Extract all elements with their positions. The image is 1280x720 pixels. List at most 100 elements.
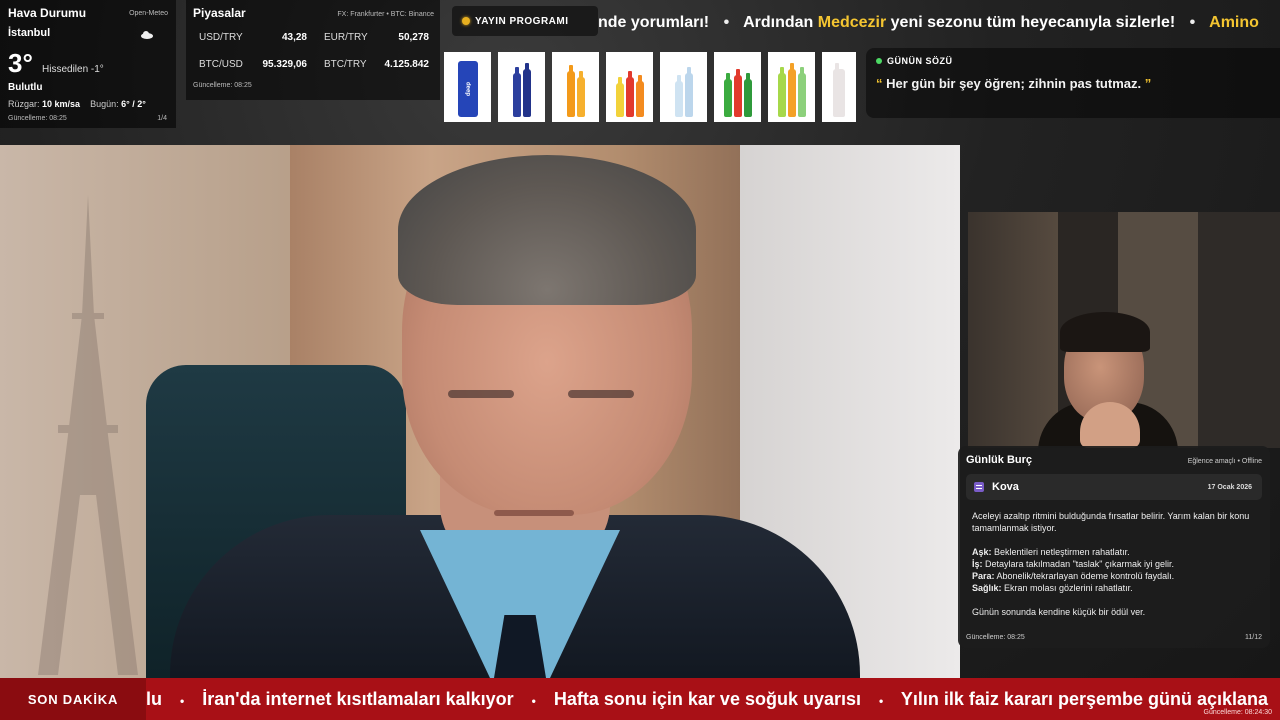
news-clock: Güncelleme: 08:24:30: [1203, 709, 1273, 716]
product-clear-bottle: [822, 52, 856, 122]
market-rate-eur-try: EUR/TRY 50,278: [324, 32, 429, 43]
quote-title: GÜNÜN SÖZÜ: [876, 56, 1270, 66]
ticker-separator: •: [1189, 14, 1196, 31]
weather-page-indicator: 1/4: [157, 115, 167, 122]
ticker-separator: •: [723, 14, 730, 31]
quote-text-line: “ Her gün bir şey öğren; zihnin pas tutm…: [876, 76, 1270, 91]
bottle-icon: [522, 63, 531, 117]
bottle-icon: [723, 73, 732, 117]
quote-text: Her gün bir şey öğren; zihnin pas tutmaz…: [886, 76, 1142, 91]
weather-source: Open-Meteo: [129, 10, 168, 17]
market-rate-btc-try: BTC/TRY 4.125.842: [324, 59, 429, 70]
top-announcement-ticker: nde yorumları! • Ardından Medcezir yeni …: [598, 6, 1280, 40]
money-label: Para:: [972, 571, 995, 581]
streamer-hair: [1060, 312, 1150, 352]
markets-updated: Güncelleme: 08:25: [193, 82, 252, 89]
markets-source: FX: Frankfurter • BTC: Binance: [337, 11, 434, 18]
horoscope-categories: Aşk: Beklentileri netleştirmen rahatlatı…: [972, 546, 1256, 594]
news-separator: •: [531, 693, 536, 708]
cloud-icon: [140, 30, 154, 41]
ticker-text: nde yorumları!: [598, 14, 710, 31]
program-schedule-button[interactable]: YAYIN PROGRAMI: [452, 6, 598, 36]
horoscope-sign-bar: Kova 17 Ocak 2026: [966, 474, 1262, 500]
work-label: İş:: [972, 559, 983, 569]
streamer-webcam: [968, 212, 1280, 448]
news-item: lu: [146, 688, 162, 709]
rate-value: 43,28: [281, 32, 307, 43]
rate-value: 95.329,06: [262, 59, 308, 70]
bottle-icon: [777, 67, 786, 117]
market-rate-usd-try: USD/TRY 43,28: [199, 32, 307, 43]
product-blue-bottles: [498, 52, 545, 122]
breaking-news-label: SON DAKİKA: [0, 678, 146, 720]
status-dot-icon: [462, 17, 470, 25]
can-icon: deep: [457, 61, 478, 117]
product-fruit-soda-bottles: [768, 52, 815, 122]
bottle-icon: [833, 63, 845, 117]
horoscope-body: Aceleyi azaltıp ritmini bulduğunda fırsa…: [972, 510, 1256, 630]
aquarius-icon: [974, 482, 984, 492]
love-text: Beklentileri netleştirmen rahatlatır.: [994, 547, 1130, 557]
bottle-icon: [684, 67, 693, 117]
video-person-mouth: [494, 510, 574, 516]
bottle-icon: [615, 77, 624, 117]
love-label: Aşk:: [972, 547, 992, 557]
quote-of-the-day: GÜNÜN SÖZÜ “ Her gün bir şey öğren; zihn…: [866, 48, 1280, 118]
stream-overlay: Hava Durumu Open-Meteo İstanbul 3° Hisse…: [0, 0, 1280, 720]
news-separator: •: [879, 693, 884, 708]
video-person-brow: [568, 390, 634, 398]
today-value: 6° / 2°: [121, 99, 146, 109]
bottle-icon: [733, 69, 742, 117]
wind-value: 10 km/sa: [42, 99, 81, 109]
video-person-brow: [448, 390, 514, 398]
horoscope-closing: Günün sonunda kendine küçük bir ödül ver…: [972, 607, 1146, 617]
market-rate-btc-usd: BTC/USD 95.329,06: [199, 59, 307, 70]
main-video-player[interactable]: [0, 145, 960, 678]
horoscope-money: Para: Abonelik/tekrarlayan ödeme kontrol…: [972, 570, 1256, 582]
breaking-news-bar: SON DAKİKA lu • İran'da internet kısıtla…: [0, 678, 1280, 720]
ticker-highlight: Amino: [1209, 14, 1259, 31]
horoscope-sign-name: Kova: [992, 481, 1019, 493]
work-text: Detaylara takılmadan "taslak" çıkarmak i…: [985, 559, 1174, 569]
program-schedule-label: YAYIN PROGRAMI: [475, 15, 569, 27]
weather-condition: Bulutlu: [8, 82, 43, 93]
weather-feels-like: Hissedilen -1°: [42, 64, 104, 75]
health-label: Sağlık:: [972, 583, 1002, 593]
live-dot-icon: [876, 58, 882, 64]
bottle-icon: [576, 71, 585, 117]
product-water-bottles: [660, 52, 707, 122]
product-deep-can: deep: [444, 52, 491, 122]
bottle-icon: [635, 75, 644, 117]
product-green-soda-bottles: [714, 52, 761, 122]
bottle-icon: [674, 75, 683, 117]
news-item: Hafta sonu için kar ve soğuk uyarısı: [553, 688, 861, 709]
horoscope-date: 17 Ocak 2026: [1207, 483, 1252, 491]
ticker-text: Ardından: [743, 14, 814, 31]
horoscope-work: İş: Detaylara takılmadan "taslak" çıkarm…: [972, 558, 1256, 570]
weather-temperature: 3°: [8, 48, 33, 78]
rate-value: 4.125.842: [384, 59, 430, 70]
markets-widget: Piyasalar FX: Frankfurter • BTC: Binance…: [186, 0, 440, 100]
rate-value: 50,278: [398, 32, 429, 43]
bottle-icon: [743, 73, 752, 117]
quote-title-label: GÜNÜN SÖZÜ: [887, 56, 953, 66]
today-label: Bugün:: [90, 99, 119, 109]
daily-horoscope-widget: Günlük Burç Eğlence amaçlı • Offline Kov…: [958, 446, 1270, 648]
quote-open-mark: “: [876, 76, 883, 91]
product-orange-bottles: [552, 52, 599, 122]
wind-label: Rüzgar:: [8, 99, 40, 109]
webcam-shelf: [1198, 212, 1280, 448]
weather-wind-today: Rüzgar: 10 km/sa Bugün: 6° / 2°: [8, 99, 146, 109]
sponsor-products-strip: deep: [444, 52, 856, 122]
webcam-background: [968, 212, 1058, 448]
quote-close-mark: ”: [1144, 76, 1152, 91]
money-text: Abonelik/tekrarlayan ödeme kontrolü fayd…: [996, 571, 1175, 581]
bottle-icon: [625, 71, 634, 117]
horoscope-updated: Güncelleme: 08:25: [966, 634, 1025, 641]
eiffel-tower-picture: [38, 195, 138, 675]
ticker-text: yeni sezonu tüm heyecanıyla sizlerle!: [890, 14, 1176, 31]
horoscope-love: Aşk: Beklentileri netleştirmen rahatlatı…: [972, 546, 1256, 558]
news-item: Yılın ilk faiz kararı perşembe günü açık…: [900, 688, 1269, 709]
breaking-news-ticker: lu • İran'da internet kısıtlamaları kalk…: [146, 689, 1268, 710]
bottle-icon: [512, 67, 521, 117]
